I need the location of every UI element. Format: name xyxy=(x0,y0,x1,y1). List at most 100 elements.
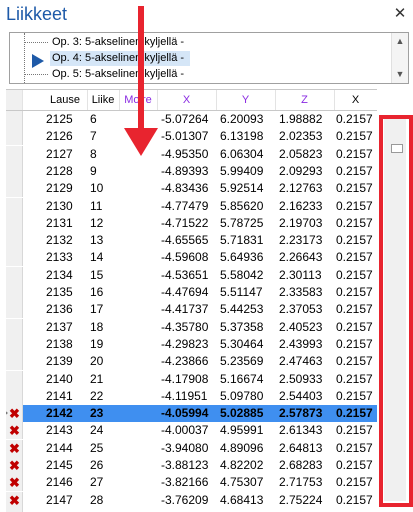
cell-x2: 0.2157 xyxy=(336,423,373,438)
table-row[interactable]: ✖ 2143 24 -4.00037 4.95991 2.61343 0.2157 xyxy=(6,422,377,440)
cell-y: 4.75307 xyxy=(220,475,264,490)
tree-item-op4[interactable]: Op. 4: 5-akselinen kyljellä - xyxy=(50,51,190,66)
row-header[interactable] xyxy=(6,111,23,128)
table-row[interactable]: 2138 19 -4.29823 5.30464 2.43993 0.2157 xyxy=(6,335,377,353)
tree-item-op5[interactable]: Op. 5: 5-akselinen kyljellä - xyxy=(10,67,390,82)
cell-liike: 24 xyxy=(90,423,104,438)
row-header[interactable] xyxy=(6,284,23,301)
cell-y: 4.68413 xyxy=(220,492,264,507)
table-row[interactable]: 2134 15 -4.53651 5.58042 2.30113 0.2157 xyxy=(6,266,377,284)
cell-lause: 2145 xyxy=(46,458,73,472)
cell-x2: 0.2157 xyxy=(336,267,373,282)
cell-x2: 0.2157 xyxy=(336,336,373,351)
table-row[interactable]: 2139 20 -4.23866 5.23569 2.47463 0.2157 xyxy=(6,353,377,371)
cell-z: 2.43993 xyxy=(279,336,323,351)
row-header[interactable] xyxy=(6,197,23,215)
cell-liike: 22 xyxy=(90,388,104,403)
cell-x2: 0.2157 xyxy=(336,181,373,196)
row-header[interactable] xyxy=(6,301,23,319)
cell-liike: 11 xyxy=(90,198,103,213)
cell-y: 4.89096 xyxy=(220,440,264,455)
close-icon[interactable]: ✕ xyxy=(392,6,408,22)
row-header[interactable] xyxy=(6,387,23,405)
cell-liike: 26 xyxy=(90,458,104,472)
cell-x2: 0.2157 xyxy=(336,129,373,144)
table-row[interactable]: ✖ 2145 26 -3.88123 4.82202 2.68283 0.2157 xyxy=(6,457,377,474)
row-header[interactable] xyxy=(6,180,23,198)
row-header[interactable] xyxy=(6,162,23,180)
cell-liike: 17 xyxy=(90,302,104,317)
column-header-lause[interactable]: Lause xyxy=(43,90,88,110)
table-row[interactable]: 2131 12 -4.71522 5.78725 2.19703 0.2157 xyxy=(6,214,377,232)
column-header-y[interactable]: Y xyxy=(216,90,276,110)
row-header[interactable] xyxy=(6,214,23,232)
cell-y: 6.13198 xyxy=(220,129,264,144)
table-row[interactable]: 2136 17 -4.41737 5.44253 2.37053 0.2157 xyxy=(6,301,377,319)
motion-table[interactable]: Lause Liike Moire X Y Z X 21256-5.072646… xyxy=(6,89,377,512)
row-header[interactable] xyxy=(6,353,23,371)
table-row[interactable]: 2126 7 -5.01307 6.13198 2.02353 0.2157 xyxy=(6,128,377,146)
tree-item-op3[interactable]: Op. 3: 5-akselinen kyljellä - xyxy=(10,35,390,50)
row-header[interactable] xyxy=(6,249,23,267)
table-row[interactable]: ✖ 2147 28 -3.76209 4.68413 2.75224 0.2157 xyxy=(6,491,377,509)
row-header[interactable] xyxy=(6,145,23,163)
table-row[interactable]: ✖ 2144 25 -3.94080 4.89096 2.64813 0.2157 xyxy=(6,439,377,457)
row-header[interactable]: ✖ xyxy=(6,474,23,492)
column-header-liike[interactable]: Liike xyxy=(87,90,120,110)
table-row[interactable]: 2129 10 -4.83436 5.92514 2.12763 0.2157 xyxy=(6,180,377,198)
cell-liike: 25 xyxy=(90,440,104,455)
cell-z: 2.71753 xyxy=(279,475,323,490)
table-row[interactable]: 2137 18 -4.35780 5.37358 2.40523 0.2157 xyxy=(6,318,377,336)
row-header[interactable] xyxy=(6,128,23,146)
table-row[interactable]: 2132 13 -4.65565 5.71831 2.23173 0.2157 xyxy=(6,232,377,250)
row-header[interactable] xyxy=(6,335,23,353)
table-row[interactable]: 2133 14 -4.59608 5.64936 2.26643 0.2157 xyxy=(6,249,377,267)
cell-liike: 21 xyxy=(90,371,104,386)
table-row-selected[interactable]: ✖ 2142 23 -4.05994 5.02885 2.57873 0.2157 xyxy=(6,405,377,423)
table-row[interactable]: ✖ 2146 27 -3.82166 4.75307 2.71753 0.2157 xyxy=(6,474,377,492)
cell-lause: 2137 xyxy=(46,319,73,334)
scroll-down-icon[interactable]: ▼ xyxy=(395,69,405,79)
table-row[interactable]: 2141 22 -4.11951 5.09780 2.54403 0.2157 xyxy=(6,387,377,405)
scroll-up-icon[interactable]: ▲ xyxy=(395,36,405,46)
row-header[interactable] xyxy=(6,266,23,284)
table-row[interactable]: 2125 6 -5.07264 6.20093 1.98882 0.2157 xyxy=(6,111,377,128)
row-header[interactable]: ✖ xyxy=(6,405,23,423)
cell-z: 2.12763 xyxy=(279,181,323,196)
operation-tree[interactable]: Op. 3: 5-akselinen kyljellä - Op. 4: 5-a… xyxy=(9,32,409,84)
column-header-z[interactable]: Z xyxy=(275,90,335,110)
cell-z: 2.23173 xyxy=(279,233,323,248)
tree-scrollbar[interactable]: ▲ ▼ xyxy=(391,33,408,83)
tree-item-label: Op. 5: 5-akselinen kyljellä - xyxy=(52,68,185,80)
error-icon: ✖ xyxy=(9,423,20,439)
row-header[interactable]: ✖ xyxy=(6,457,23,474)
cell-y: 5.37358 xyxy=(220,319,264,334)
cell-y: 5.58042 xyxy=(220,267,264,282)
cell-lause: 2147 xyxy=(46,492,73,507)
cell-y: 5.64936 xyxy=(220,250,264,265)
table-row[interactable]: 2130 11 -4.77479 5.85620 2.16233 0.2157 xyxy=(6,197,377,215)
cell-x: -4.17908 xyxy=(161,371,209,386)
cell-lause: 2131 xyxy=(46,215,73,230)
cell-z: 2.30113 xyxy=(279,267,322,282)
cell-liike: 7 xyxy=(90,129,97,144)
table-row[interactable]: 2127 8 -4.95350 6.06304 2.05823 0.2157 xyxy=(6,145,377,163)
cell-x2: 0.2157 xyxy=(336,354,373,369)
row-header[interactable]: ✖ xyxy=(6,422,23,440)
cell-y: 5.99409 xyxy=(220,163,264,178)
row-header[interactable] xyxy=(6,318,23,336)
row-header[interactable] xyxy=(6,232,23,250)
column-header-x2[interactable]: X xyxy=(334,90,377,110)
table-row[interactable]: 2128 9 -4.89393 5.99409 2.09293 0.2157 xyxy=(6,162,377,180)
table-row[interactable]: 2140 21 -4.17908 5.16674 2.50933 0.2157 xyxy=(6,370,377,388)
row-header[interactable] xyxy=(6,370,23,388)
current-operation-arrow-icon xyxy=(32,54,44,68)
cell-y: 5.78725 xyxy=(220,215,264,230)
error-icon: ✖ xyxy=(9,440,20,456)
column-header-x[interactable]: X xyxy=(157,90,217,110)
cell-lause: 2146 xyxy=(46,475,73,490)
row-header[interactable]: ✖ xyxy=(6,491,23,509)
cell-z: 2.05823 xyxy=(279,146,323,161)
row-header[interactable]: ✖ xyxy=(6,439,23,457)
table-row[interactable]: 2135 16 -4.47694 5.51147 2.33583 0.2157 xyxy=(6,284,377,301)
